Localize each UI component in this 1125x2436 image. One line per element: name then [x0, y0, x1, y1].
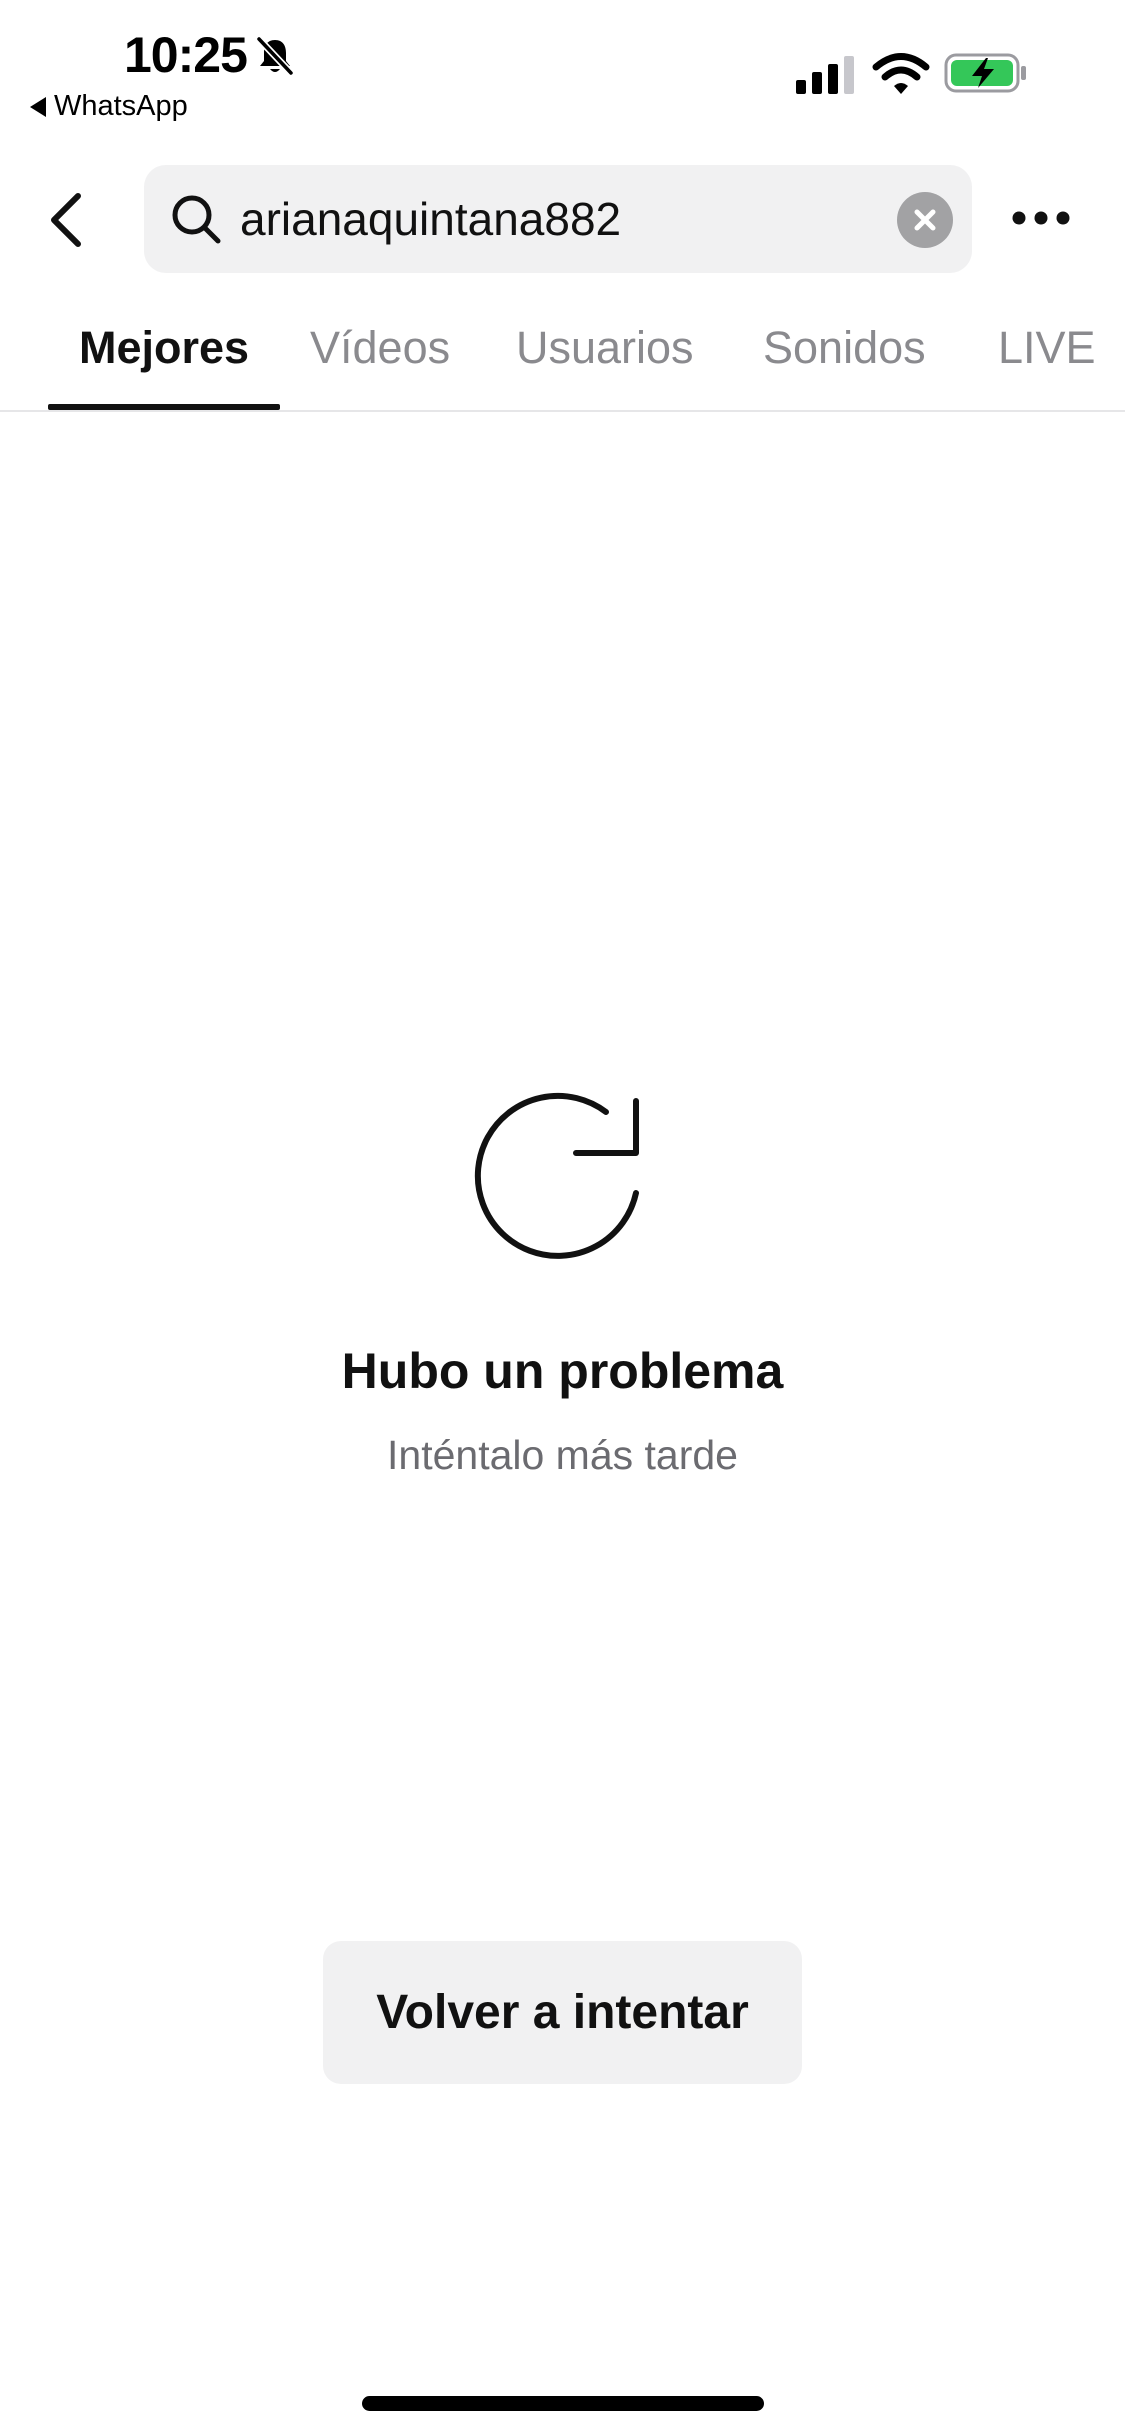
active-tab-indicator — [48, 404, 280, 410]
back-triangle-icon — [30, 96, 46, 117]
tab-live[interactable]: LIVE — [998, 322, 1096, 374]
search-bar[interactable] — [144, 165, 1020, 273]
search-header — [0, 160, 1125, 280]
back-to-app-link[interactable]: WhatsApp — [30, 90, 188, 123]
home-indicator[interactable] — [362, 2396, 764, 2411]
error-title: Hubo un problema — [341, 1343, 784, 1399]
search-tabs: Mejores Vídeos Usuarios Sonidos LIVE — [0, 300, 1125, 412]
wifi-icon — [872, 53, 930, 94]
tab-usuarios[interactable]: Usuarios — [516, 322, 694, 374]
error-subtitle: Inténtalo más tarde — [387, 1432, 738, 1478]
refresh-icon — [474, 1092, 639, 1259]
clear-search-button[interactable] — [897, 192, 953, 248]
tab-videos[interactable]: Vídeos — [310, 322, 450, 374]
back-app-label: WhatsApp — [54, 90, 188, 122]
more-horizontal-icon[interactable] — [1010, 198, 1072, 238]
battery-charging-icon — [944, 53, 1026, 93]
tab-mejores[interactable]: Mejores — [79, 322, 249, 374]
cellular-signal-icon — [796, 56, 854, 94]
status-bar: 10:25 WhatsApp — [0, 0, 1125, 150]
tab-sonidos[interactable]: Sonidos — [763, 322, 926, 374]
clear-x-icon — [914, 209, 936, 231]
search-icon — [172, 195, 221, 244]
bell-slash-icon — [255, 35, 295, 77]
status-time: 10:25 — [124, 27, 248, 83]
chevron-left-icon[interactable] — [40, 188, 96, 252]
retry-button[interactable]: Volver a intentar — [323, 1941, 802, 2084]
